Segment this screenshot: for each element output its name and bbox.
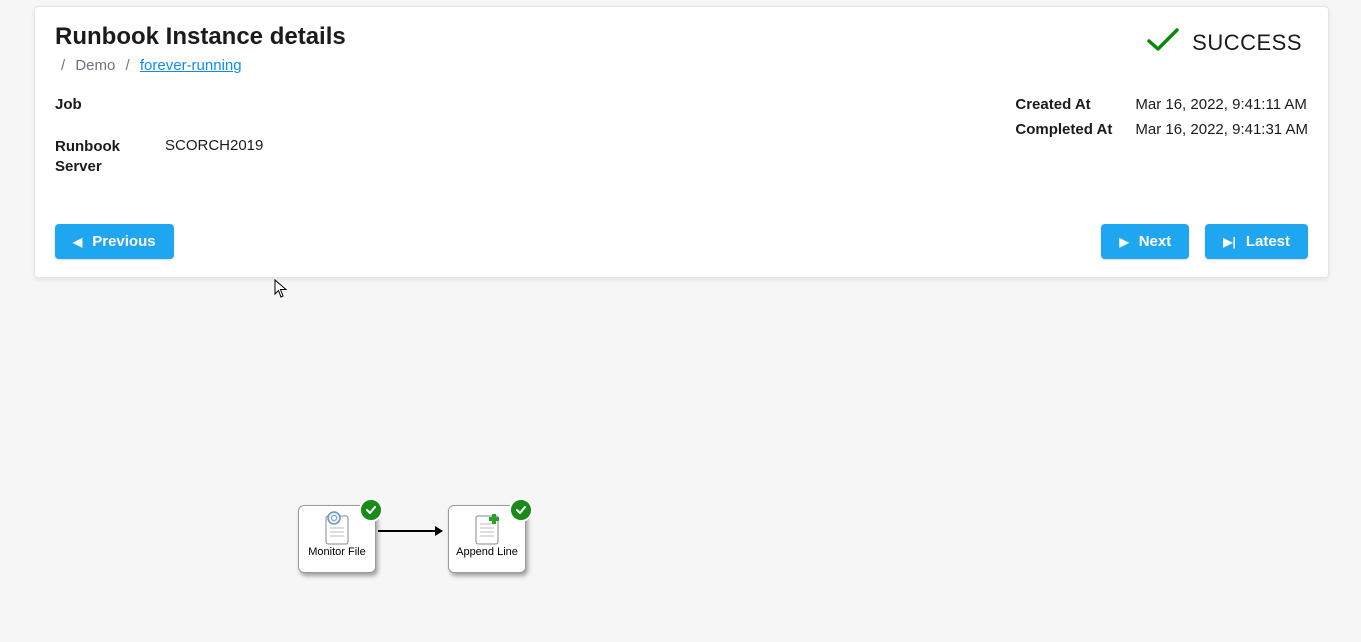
node-label: Monitor File [306, 546, 367, 558]
breadcrumb-demo: Demo [75, 57, 115, 74]
details-left: Job Runbook Server SCORCH2019 [55, 96, 263, 184]
previous-label: Previous [92, 233, 155, 250]
file-append-icon [472, 510, 502, 546]
details-right: Created At Mar 16, 2022, 9:41:11 AM Comp… [1015, 96, 1308, 184]
check-icon [1146, 27, 1180, 58]
skip-end-icon: ▶| [1223, 236, 1236, 248]
workflow-diagram: Monitor File Append Line [0, 280, 1361, 642]
triangle-right-icon: ▶ [1119, 236, 1128, 248]
breadcrumb-link-forever-running[interactable]: forever-running [140, 57, 242, 74]
server-label: Runbook Server [55, 137, 165, 176]
header-left: Runbook Instance details / Demo / foreve… [55, 23, 346, 74]
completed-label: Completed At [1015, 121, 1135, 138]
connector-arrow [378, 530, 442, 532]
node-append-line[interactable]: Append Line [448, 505, 526, 573]
triangle-left-icon: ◀ [73, 236, 82, 248]
cursor-icon [274, 279, 288, 299]
page-title: Runbook Instance details [55, 23, 346, 51]
status-text: SUCCESS [1192, 30, 1302, 56]
latest-button[interactable]: ▶| Latest [1205, 224, 1308, 259]
kv-server: Runbook Server SCORCH2019 [55, 137, 263, 176]
kv-job: Job [55, 96, 263, 113]
previous-button[interactable]: ◀ Previous [55, 224, 174, 259]
job-label: Job [55, 96, 165, 113]
next-label: Next [1139, 233, 1172, 250]
breadcrumb-sep: / [61, 57, 65, 74]
status-badge: SUCCESS [1146, 23, 1308, 58]
latest-label: Latest [1246, 233, 1290, 250]
created-label: Created At [1015, 96, 1135, 113]
next-button[interactable]: ▶ Next [1101, 224, 1189, 259]
file-monitor-icon [322, 510, 352, 546]
kv-created: Created At Mar 16, 2022, 9:41:11 AM [1015, 96, 1308, 113]
completed-value: Mar 16, 2022, 9:41:31 AM [1135, 121, 1308, 138]
node-monitor-file[interactable]: Monitor File [298, 505, 376, 573]
created-value: Mar 16, 2022, 9:41:11 AM [1135, 96, 1307, 113]
details-card: Runbook Instance details / Demo / foreve… [34, 6, 1329, 278]
breadcrumb: / Demo / forever-running [55, 57, 346, 74]
success-badge-icon [359, 498, 383, 522]
server-value: SCORCH2019 [165, 137, 263, 176]
breadcrumb-sep: / [126, 57, 130, 74]
success-badge-icon [509, 498, 533, 522]
node-label: Append Line [454, 546, 520, 558]
kv-completed: Completed At Mar 16, 2022, 9:41:31 AM [1015, 121, 1308, 138]
